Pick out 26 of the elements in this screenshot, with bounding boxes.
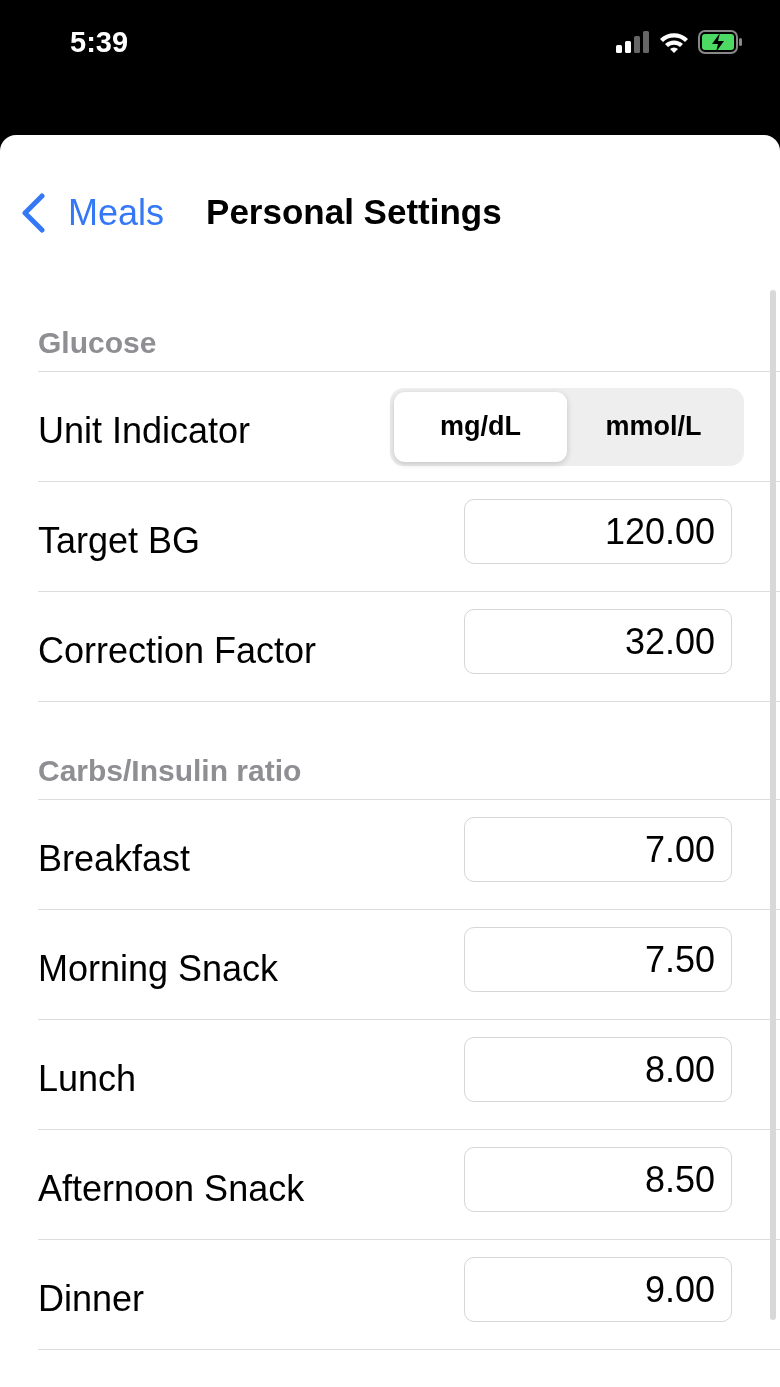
setting-label: Target BG [38,518,201,563]
section-header: Glucose [38,325,157,361]
number-field[interactable]: 8.00 [464,1037,732,1102]
back-link[interactable]: Meals [20,185,165,240]
number-field[interactable]: 8.50 [464,1147,732,1212]
segment-option[interactable]: mg/dL [394,391,567,462]
setting-label: Correction Factor [38,628,317,673]
number-field[interactable]: 7.50 [464,927,732,992]
number-field[interactable]: 32.00 [464,609,732,674]
segment-option[interactable]: mmol/L [567,391,740,462]
setting-label: Morning Snack [38,946,279,991]
number-field[interactable]: 9.00 [464,1257,732,1322]
battery-charging-icon [698,30,744,54]
wifi-icon [658,30,690,54]
number-field[interactable]: 120.00 [464,499,732,564]
section-header: Carbs/Insulin ratio [38,753,302,789]
signal-icon [616,31,650,53]
page-title: Personal Settings [206,191,502,234]
setting-label: Dinner [38,1276,145,1321]
chevron-left-icon [20,192,46,233]
setting-label: Breakfast [38,836,191,881]
setting-label: Afternoon Snack [38,1166,305,1211]
setting-label: Unit Indicator [38,408,251,453]
status-time: 5:39 [70,26,129,58]
setting-label: Lunch [38,1056,137,1101]
number-field[interactable]: 7.00 [464,817,732,882]
